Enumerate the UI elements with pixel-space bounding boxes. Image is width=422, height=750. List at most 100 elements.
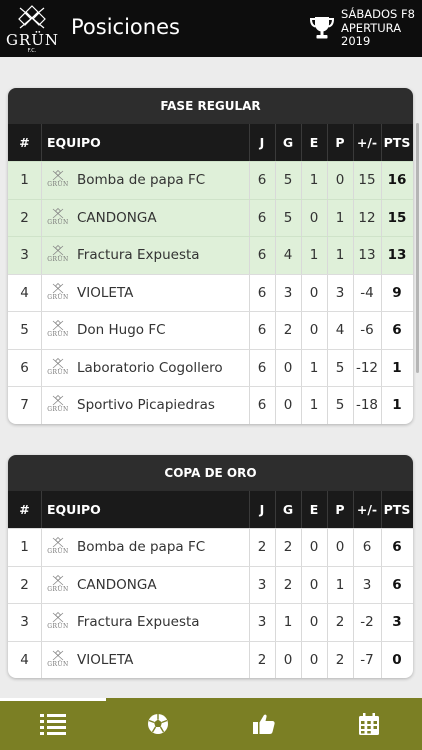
column-header-p: P [335,135,345,150]
cell-pts: 6 [392,539,402,556]
table-row[interactable]: 4 GRÜN VIOLETA 2 0 0 2 -7 0 [8,640,413,679]
team-name: Laboratorio Cogollero [77,359,223,376]
tournament-selector[interactable]: SÁBADOS F8 APERTURA 2019 [341,7,415,49]
cell-j: 2 [257,651,267,668]
cell-g: 1 [283,614,293,631]
team-name: VIOLETA [77,651,134,668]
cell-j: 6 [257,359,267,376]
cell-dif: 15 [358,172,376,189]
team-cell: GRÜN Fractura Expuesta [41,237,249,274]
team-logo-icon: GRÜN [47,244,69,266]
table-row[interactable]: 1 GRÜN Bomba de papa FC 2 2 0 0 6 6 [8,528,413,566]
table-row[interactable]: 2 GRÜN CANDONGA 6 5 0 1 12 15 [8,198,413,237]
cell-p: 1 [335,247,345,264]
cell-g: 2 [283,539,293,556]
nav-item-matches[interactable] [106,698,212,750]
cell-g: 4 [283,247,293,264]
cell-j: 6 [257,397,267,414]
cell-e: 0 [309,614,319,631]
team-logo-icon: GRÜN [47,649,69,671]
team-cell: GRÜN Fractura Expuesta [41,604,249,641]
calendar-icon [359,713,380,735]
cell-pts: 13 [387,247,407,264]
team-logo-text: GRÜN [47,406,69,414]
club-logo-icon [18,5,46,29]
cell-dif: -18 [355,397,379,414]
team-logo-text: GRÜN [47,368,69,376]
team-logo-text: GRÜN [47,293,69,301]
cell-p: 4 [335,322,345,339]
column-header-j: J [259,502,265,517]
cell-p: 1 [335,209,345,226]
cell-j: 6 [257,172,267,189]
table-row[interactable]: 4 GRÜN VIOLETA 6 3 0 3 -4 9 [8,273,413,312]
cell-p: 3 [335,284,345,301]
cell-dif: -6 [360,322,374,339]
cell-e: 1 [309,172,319,189]
table-header: # EQUIPO J G E P +/- PTS [8,491,413,528]
team-name: Bomba de papa FC [77,539,206,556]
team-logo-text: GRÜN [47,623,69,631]
column-header-pts: PTS [383,502,411,517]
cell-dif: -2 [360,614,374,631]
table-row[interactable]: 6 GRÜN Laboratorio Cogollero 6 0 1 5 -12 1 [8,348,413,386]
table-row[interactable]: 2 GRÜN CANDONGA 3 2 0 1 3 6 [8,565,413,604]
nav-item-calendar[interactable] [317,698,422,750]
cell-pos: 6 [20,359,29,376]
team-logo-text: GRÜN [47,585,69,593]
cell-dif: -12 [355,359,379,376]
table-row[interactable]: 1 GRÜN Bomba de papa FC 6 5 1 0 15 16 [8,161,413,199]
trophy-icon[interactable] [309,16,335,40]
team-cell: GRÜN VIOLETA [41,642,249,679]
standings-content[interactable]: FASE REGULAR # EQUIPO J G E P +/- PTS 1 GRÜN Bomba … [0,57,422,698]
column-header-dif: +/- [356,135,378,150]
cell-pos: 1 [20,172,29,189]
table-row[interactable]: 7 GRÜN Sportivo Picapiedras 6 0 1 5 -18 1 [8,386,413,424]
nav-item-standings[interactable] [0,698,106,750]
scrollbar[interactable] [416,123,419,373]
team-cell: GRÜN VIOLETA [41,275,249,312]
column-header-pos: # [19,135,30,150]
cell-j: 6 [257,247,267,264]
page-title: Posiciones [71,15,180,39]
soccer-ball-icon [148,714,169,734]
team-logo-text: GRÜN [47,218,69,226]
team-cell: GRÜN CANDONGA [41,567,249,604]
column-header-dif: +/- [356,502,378,517]
team-logo-icon: GRÜN [47,207,69,229]
team-logo-icon: GRÜN [47,357,69,379]
team-name: VIOLETA [77,284,134,301]
table-title: COPA DE ORO [8,455,413,491]
thumbs-up-icon [252,714,275,734]
cell-e: 1 [309,359,319,376]
team-name: Sportivo Picapiedras [77,397,215,414]
column-header-p: P [335,502,345,517]
cell-pts: 1 [392,397,402,414]
cell-pts: 6 [392,322,402,339]
cell-dif: -4 [360,284,374,301]
cell-pos: 5 [20,322,29,339]
column-header-j: J [259,135,265,150]
team-logo-icon: GRÜN [47,394,69,416]
cell-p: 2 [335,614,345,631]
cell-p: 5 [335,397,345,414]
cell-pos: 7 [20,397,29,414]
cell-e: 0 [309,322,319,339]
cell-j: 6 [257,284,267,301]
tournament-line-3: 2019 [341,34,371,48]
table-row[interactable]: 3 GRÜN Fractura Expuesta 6 4 1 1 13 13 [8,236,413,274]
cell-e: 0 [309,284,319,301]
cell-g: 5 [283,172,293,189]
nav-item-likes[interactable] [211,698,317,750]
cell-pos: 2 [20,209,29,226]
table-row[interactable]: 3 GRÜN Fractura Expuesta 3 1 0 2 -2 3 [8,603,413,641]
table-row[interactable]: 5 GRÜN Don Hugo FC 6 2 0 4 -6 6 [8,311,413,349]
team-cell: GRÜN CANDONGA [41,200,249,237]
cell-dif: 3 [362,576,372,593]
standings-table-1: FASE REGULAR # EQUIPO J G E P +/- PTS 1 GRÜN Bomba … [8,88,413,424]
column-header-pos: # [19,502,30,517]
tournament-line-1: SÁBADOS F8 [341,7,415,21]
team-cell: GRÜN Sportivo Picapiedras [41,387,249,424]
cell-p: 0 [335,539,345,556]
team-logo-text: GRÜN [47,181,69,189]
